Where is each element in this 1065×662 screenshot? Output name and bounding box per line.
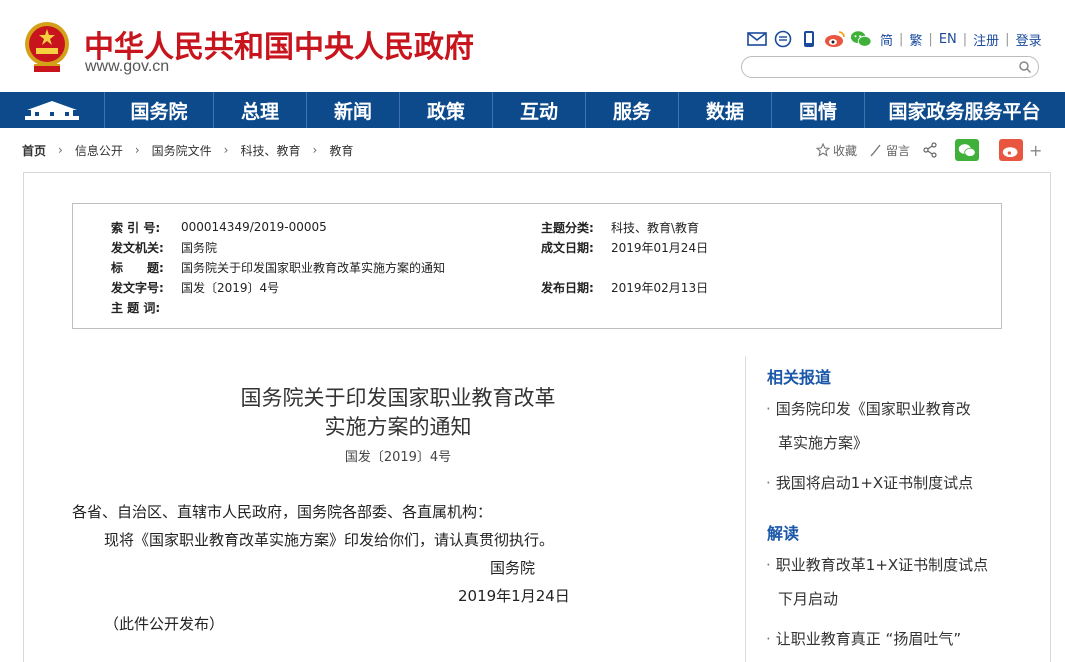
language-links: 简 | 繁 | EN | 注册 | 登录 — [880, 30, 1042, 49]
weibo-icon[interactable] — [824, 29, 846, 49]
info-label: 标 题: — [111, 260, 164, 275]
message-icon[interactable] — [772, 29, 794, 49]
breadcrumb-home[interactable]: 首页 — [22, 142, 46, 159]
article-note: （此件公开发布） — [104, 615, 225, 633]
site-domain: www.gov.cn — [85, 58, 170, 75]
chevron-right-icon: › — [58, 143, 63, 157]
favorite-label: 收藏 — [833, 143, 858, 158]
info-docno-row: 发文字号: 国发〔2019〕4号 — [111, 279, 279, 295]
wechat-icon — [958, 143, 976, 157]
breadcrumb-sci-edu[interactable]: 科技、教育 — [240, 142, 300, 159]
info-label: 主 题 词: — [111, 300, 161, 315]
lang-simplified-link[interactable]: 简 — [880, 30, 893, 49]
nav-service-platform[interactable]: 国家政务服务平台 — [865, 92, 1064, 128]
nav-zongli[interactable]: 总理 — [214, 92, 307, 128]
chevron-right-icon: › — [134, 143, 140, 157]
info-value: 国发〔2019〕4号 — [181, 280, 280, 295]
info-label: 发布日期: — [541, 280, 594, 295]
national-emblem-icon[interactable] — [22, 20, 72, 76]
nav-shuju[interactable]: 数据 — [679, 92, 772, 128]
info-created-row: 成文日期: 2019年01月24日 — [541, 239, 708, 255]
interpretation-link-text: 下月启动 — [778, 590, 839, 608]
search-icon[interactable] — [1018, 60, 1032, 74]
comment-button[interactable]: 留言 — [869, 142, 910, 159]
interpretation-link[interactable]: · 让职业教育真正 “扬眉吐气” — [766, 622, 1036, 656]
breadcrumb: 首页 › 信息公开 › 国务院文件 › 科技、教育 › 教育 — [22, 140, 353, 160]
info-value: 2019年01月24日 — [611, 240, 709, 255]
article-title: 国务院关于印发国家职业教育改革 实施方案的通知 — [100, 384, 696, 442]
info-title-row: 标 题: 国务院关于印发国家职业教育改革实施方案的通知 — [111, 259, 445, 275]
top-tools: 简 | 繁 | EN | 注册 | 登录 — [746, 28, 1042, 50]
related-news-heading: 相关报道 — [767, 368, 832, 387]
info-value: 科技、教育\教育 — [611, 220, 700, 235]
breadcrumb-info-public[interactable]: 信息公开 — [75, 142, 123, 159]
related-news-link-text: 我国将启动1+X证书制度试点 — [775, 474, 974, 492]
nav-zhengce[interactable]: 政策 — [400, 92, 493, 128]
document-info-box: 索 引 号: 000014349/2019-00005 主题分类: 科技、教育\… — [72, 203, 1002, 329]
nav-guoqing[interactable]: 国情 — [772, 92, 865, 128]
comment-label: 留言 — [886, 143, 911, 158]
info-label: 成文日期: — [541, 240, 594, 255]
info-issuer-row: 发文机关: 国务院 — [111, 239, 217, 255]
lang-traditional-link[interactable]: 繁 — [909, 30, 922, 49]
login-link[interactable]: 登录 — [1016, 30, 1042, 49]
mobile-icon[interactable] — [798, 29, 820, 49]
register-link[interactable]: 注册 — [973, 30, 999, 49]
info-label: 发文机关: — [111, 240, 164, 255]
info-value: 国务院关于印发国家职业教育改革实施方案的通知 — [181, 260, 446, 275]
nav-hudong[interactable]: 互动 — [493, 92, 586, 128]
star-icon — [816, 143, 830, 157]
nav-xinwen[interactable]: 新闻 — [307, 92, 400, 128]
article-date: 2019年1月24日 — [458, 587, 570, 605]
related-news-link[interactable]: · 国务院印发《国家职业教育改 革实施方案》 — [766, 392, 1036, 460]
info-category-row: 主题分类: 科技、教育\教育 — [541, 219, 699, 235]
article-addressee: 各省、自治区、直辖市人民政府，国务院各部委、各直属机构： — [72, 503, 493, 521]
nav-guowuyuan[interactable]: 国务院 — [105, 92, 214, 128]
info-label: 主题分类: — [541, 220, 594, 235]
breadcrumb-education[interactable]: 教育 — [329, 142, 353, 159]
info-published-row: 发布日期: 2019年02月13日 — [541, 279, 708, 295]
lang-english-link[interactable]: EN — [939, 32, 957, 47]
sidebar-divider — [745, 356, 746, 662]
search-input[interactable] — [741, 56, 1039, 78]
interpretation-heading: 解读 — [767, 524, 800, 543]
nav-fuwu[interactable]: 服务 — [586, 92, 679, 128]
info-value: 国务院 — [181, 240, 218, 255]
pencil-icon — [870, 144, 881, 157]
info-index-row: 索 引 号: 000014349/2019-00005 — [111, 219, 327, 235]
share-bar: 收藏 留言 + — [816, 138, 1042, 162]
chevron-right-icon: › — [223, 143, 229, 157]
article-title-line: 实施方案的通知 — [324, 415, 472, 439]
chevron-right-icon: › — [312, 143, 318, 157]
site-header: 中华人民共和国中央人民政府 www.gov.cn 简 | 繁 | EN | 注册… — [0, 0, 1065, 92]
interpretation-link-text: 职业教育改革1+X证书制度试点 — [775, 556, 989, 574]
info-keywords-row: 主 题 词: — [111, 299, 181, 315]
related-news-link-text: 国务院印发《国家职业教育改 — [775, 400, 971, 418]
share-weibo-button[interactable] — [999, 139, 1024, 161]
favorite-button[interactable]: 收藏 — [816, 142, 857, 159]
related-news-link[interactable]: · 我国将启动1+X证书制度试点 — [766, 466, 1036, 500]
share-icon — [923, 142, 937, 158]
info-label: 发文字号: — [111, 280, 164, 295]
info-value: 2019年02月13日 — [611, 280, 709, 295]
article-body: 现将《国家职业教育改革实施方案》印发给你们，请认真贯彻执行。 — [104, 531, 555, 549]
interpretation-link-text: 让职业教育真正 “扬眉吐气” — [775, 630, 962, 648]
wechat-icon[interactable] — [850, 29, 872, 49]
article-title-line: 国务院关于印发国家职业教育改革 — [240, 386, 556, 410]
document-number: 国发〔2019〕4号 — [344, 450, 452, 465]
info-label: 索 引 号: — [111, 220, 161, 235]
info-value: 000014349/2019-00005 — [181, 220, 327, 234]
weibo-icon — [1002, 146, 1018, 157]
mail-icon[interactable] — [746, 29, 768, 49]
related-news-link-text: 革实施方案》 — [778, 434, 869, 452]
tiananmen-logo-icon[interactable] — [0, 92, 105, 128]
interpretation-link[interactable]: · 职业教育改革1+X证书制度试点 下月启动 — [766, 548, 1036, 616]
main-nav: 国务院 总理 新闻 政策 互动 服务 数据 国情 国家政务服务平台 — [0, 92, 1065, 128]
breadcrumb-state-docs[interactable]: 国务院文件 — [152, 142, 212, 159]
share-wechat-button[interactable] — [955, 139, 980, 161]
article-signature: 国务院 — [490, 559, 536, 577]
more-share-icon[interactable]: + — [1029, 141, 1042, 160]
share-button[interactable] — [922, 142, 941, 158]
